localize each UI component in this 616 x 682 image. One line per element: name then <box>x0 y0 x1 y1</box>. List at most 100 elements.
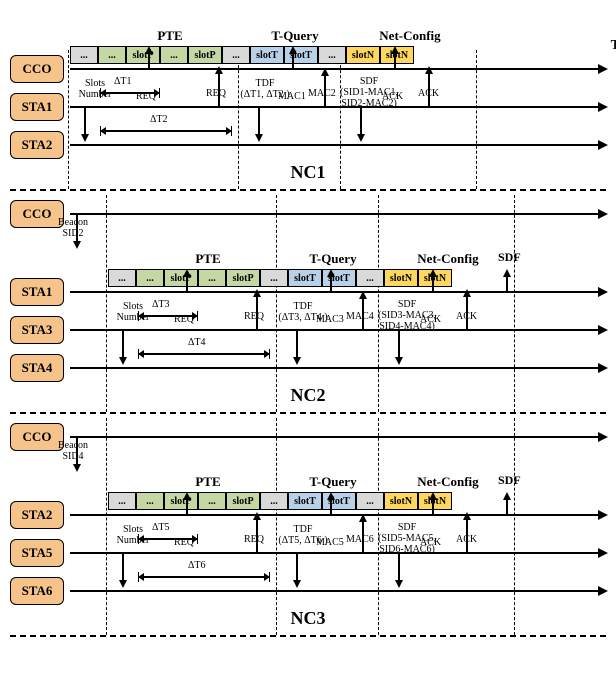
slot-dots: ... <box>222 46 250 64</box>
slot-dots: ... <box>356 492 384 510</box>
label-tdf: TDF (ΔT3, ΔT4 ) <box>268 301 338 323</box>
label-req2: REQ <box>244 534 264 545</box>
slot-p: slotP <box>126 46 160 64</box>
node-STA2: STA2 <box>10 501 64 529</box>
label-sdf: SDF (SID3-MAC3, SID4-MAC4) <box>378 299 436 332</box>
slot-dots: ... <box>198 492 226 510</box>
timeline-row: STA5 SlotsNumberΔT5TDF (ΔT5, ΔT6 )MAC6SDF… <box>10 534 606 572</box>
time-axis: ΔT6 <box>70 590 606 592</box>
slot-dots: ... <box>260 492 288 510</box>
label-beacon: Beacon SID4 <box>58 440 88 462</box>
span-dt2 <box>138 572 270 582</box>
phase-label-tquery: T-Query <box>293 474 373 490</box>
slot-p: slotP <box>188 46 222 64</box>
panel-NC3: CCOBeacon SID4STA2PTET-QueryNet-Config..… <box>10 418 606 637</box>
slot-dots: ... <box>356 269 384 287</box>
node-STA5: STA5 <box>10 539 64 567</box>
panel-title: NC3 <box>10 608 606 629</box>
label-dt1: ΔT1 <box>114 76 132 87</box>
phase-label-tquery: T-Query <box>255 28 335 44</box>
slot-p: slotP <box>226 269 260 287</box>
node-STA1: STA1 <box>10 93 64 121</box>
arrow-ack <box>394 52 396 68</box>
slot-p: slotP <box>164 492 198 510</box>
slot-dots: ... <box>136 492 164 510</box>
timeline-row: CCO Beacon SID4 <box>10 418 606 456</box>
timeline-row: STA1 SlotsNumberΔT1TDF (ΔT1, ΔT2 )MAC2SDF… <box>10 88 606 126</box>
arrow-sdf-tail <box>506 498 508 514</box>
slot-dots: ... <box>160 46 188 64</box>
label-ack2: ACK <box>456 534 477 545</box>
slot-row: ......slotP...slotP...slotTslotT...slotN… <box>108 269 452 289</box>
t-axis-label: T <box>611 38 616 54</box>
slot-dots: ... <box>108 492 136 510</box>
arrow-mac1 <box>292 52 294 68</box>
slot-dots: ... <box>98 46 126 64</box>
label-ack2: ACK <box>456 311 477 322</box>
timeline-row: CCOBeacon SID2 <box>10 195 606 233</box>
slot-row: ......slotP...slotP...slotTslotT...slotN… <box>108 492 452 512</box>
label-sdf-tail: SDF <box>498 474 521 487</box>
arrow-mac1 <box>330 275 332 291</box>
panel-title: NC2 <box>10 385 606 406</box>
label-sdf: SDF (SID1-MAC1, SID2-MAC2) <box>340 76 398 109</box>
phase-label-pte: PTE <box>168 251 248 267</box>
label-dt2: ΔT4 <box>188 337 206 348</box>
label-dt2: ΔT2 <box>150 114 168 125</box>
label-dt1: ΔT3 <box>152 299 170 310</box>
label-req2: REQ <box>244 311 264 322</box>
node-CCO: CCO <box>10 55 64 83</box>
time-axis: ΔT2 <box>70 144 606 146</box>
node-STA2: STA2 <box>10 131 64 159</box>
slot-t: slotT <box>288 492 322 510</box>
timeline-row: STA3 SlotsNumberΔT3TDF (ΔT3, ΔT4 )MAC4SDF… <box>10 311 606 349</box>
arrow-ack <box>432 498 434 514</box>
arrow-sdf-tail <box>506 275 508 291</box>
phase-label-pte: PTE <box>130 28 210 44</box>
time-axis: SlotsNumberΔT3TDF (ΔT3, ΔT4 )MAC4SDF (SI… <box>70 329 606 331</box>
label-sdf: SDF (SID5-MAC5, SID6-MAC6) <box>378 522 436 555</box>
time-axis: ΔT4 <box>70 367 606 369</box>
label-mac2: MAC4 <box>346 311 374 322</box>
label-tdf: TDF (ΔT1, ΔT2 ) <box>230 78 300 100</box>
time-axis: PTET-QueryNet-Config......slotP...slotP.… <box>70 291 606 293</box>
time-axis: Beacon SID4 <box>70 436 606 438</box>
label-dt1: ΔT5 <box>152 522 170 533</box>
slot-dots: ... <box>198 269 226 287</box>
slot-p: slotP <box>164 269 198 287</box>
phase-label-netconfig: Net-Config <box>360 28 460 44</box>
slot-t: slotT <box>250 46 284 64</box>
phase-label-netconfig: Net-Config <box>398 251 498 267</box>
slot-dots: ... <box>70 46 98 64</box>
node-STA3: STA3 <box>10 316 64 344</box>
time-axis: PTET-QueryNet-Config......slotP...slotP.… <box>70 514 606 516</box>
phase-label-pte: PTE <box>168 474 248 490</box>
label-mac2: MAC2 <box>308 88 336 99</box>
slot-row: ......slotP...slotP...slotTslotT...slotN… <box>70 46 414 66</box>
panel-NC1: CCOPTET-QueryNet-Config......slotP...slo… <box>10 50 606 191</box>
phase-label-tquery: T-Query <box>293 251 373 267</box>
node-CCO: CCO <box>10 423 64 451</box>
slot-dots: ... <box>136 269 164 287</box>
span-dt1 <box>100 88 160 98</box>
label-beacon: Beacon SID2 <box>58 217 88 239</box>
time-axis: SlotsNumberΔT1TDF (ΔT1, ΔT2 )MAC2SDF (SI… <box>70 106 606 108</box>
timeline-row: STA4 ΔT4 <box>10 349 606 387</box>
time-axis: Beacon SID2 <box>70 213 606 215</box>
slot-n: slotN <box>384 492 418 510</box>
arrow-ack <box>432 275 434 291</box>
phase-label-netconfig: Net-Config <box>398 474 498 490</box>
label-mac2: MAC6 <box>346 534 374 545</box>
label-ack2: ACK <box>418 88 439 99</box>
slot-dots: ... <box>108 269 136 287</box>
slot-t: slotT <box>288 269 322 287</box>
slot-dots: ... <box>260 269 288 287</box>
label-req2: REQ <box>206 88 226 99</box>
time-axis: SlotsNumberΔT5TDF (ΔT5, ΔT6 )MAC6SDF (SI… <box>70 552 606 554</box>
panel-NC2: CCOBeacon SID2STA1PTET-QueryNet-Config..… <box>10 195 606 414</box>
arrow-req <box>186 275 188 291</box>
label-sdf-tail: SDF <box>498 251 521 264</box>
node-STA4: STA4 <box>10 354 64 382</box>
slot-dots: ... <box>318 46 346 64</box>
span-dt2 <box>138 349 270 359</box>
